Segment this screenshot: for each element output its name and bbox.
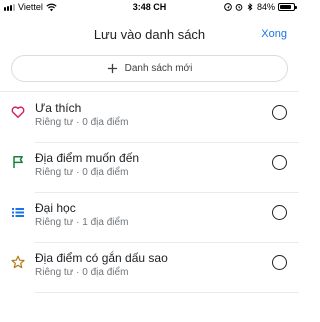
save-to-list-screen: Viettel 3:48 CH 84% Lưu vào danh sách Xo… bbox=[0, 0, 299, 322]
plus-icon bbox=[107, 63, 117, 74]
battery-icon bbox=[278, 3, 297, 11]
radio-button[interactable] bbox=[272, 105, 287, 120]
list-subtitle: Riêng tư · 0 địa điểm bbox=[35, 167, 129, 178]
radio-button[interactable] bbox=[272, 205, 287, 220]
header: Lưu vào danh sách Xong bbox=[0, 18, 299, 52]
divider bbox=[0, 91, 299, 92]
new-list-button[interactable]: Danh sách mới bbox=[11, 55, 288, 82]
list-title: Địa điểm muốn đến bbox=[35, 151, 140, 165]
divider bbox=[35, 292, 299, 293]
done-button[interactable]: Xong bbox=[261, 28, 287, 40]
bluetooth-icon bbox=[247, 3, 253, 11]
page-title: Lưu vào danh sách bbox=[93, 27, 206, 42]
radio-button[interactable] bbox=[272, 155, 287, 170]
list-item-starred[interactable]: Địa điểm có gắn dấu sao Riêng tư · 0 địa… bbox=[0, 243, 299, 293]
list-item-want-to-go[interactable]: Địa điểm muốn đến Riêng tư · 0 địa điểm bbox=[0, 143, 299, 193]
list-subtitle: Riêng tư · 1 địa điểm bbox=[35, 217, 129, 228]
battery-fill bbox=[280, 5, 291, 9]
list-title: Đại học bbox=[35, 201, 76, 215]
list-item-university[interactable]: Đại học Riêng tư · 1 địa điểm bbox=[0, 193, 299, 243]
location-icon bbox=[224, 3, 232, 11]
heart-icon bbox=[11, 105, 25, 119]
battery-percent: 84% bbox=[256, 2, 275, 12]
list-item-favorites[interactable]: Ưa thích Riêng tư · 0 địa điểm bbox=[0, 93, 299, 143]
radio-button[interactable] bbox=[272, 255, 287, 270]
alarm-icon bbox=[235, 4, 243, 11]
flag-icon bbox=[11, 155, 25, 169]
list-subtitle: Riêng tư · 0 địa điểm bbox=[35, 267, 129, 278]
list-title: Địa điểm có gắn dấu sao bbox=[35, 251, 168, 265]
status-right: 84% bbox=[224, 1, 297, 13]
new-list-label: Danh sách mới bbox=[124, 63, 193, 74]
list-subtitle: Riêng tư · 0 địa điểm bbox=[35, 117, 129, 128]
status-bar: Viettel 3:48 CH 84% bbox=[0, 0, 299, 14]
star-icon bbox=[11, 255, 25, 269]
list-icon bbox=[11, 205, 25, 219]
list-title: Ưa thích bbox=[35, 101, 82, 115]
